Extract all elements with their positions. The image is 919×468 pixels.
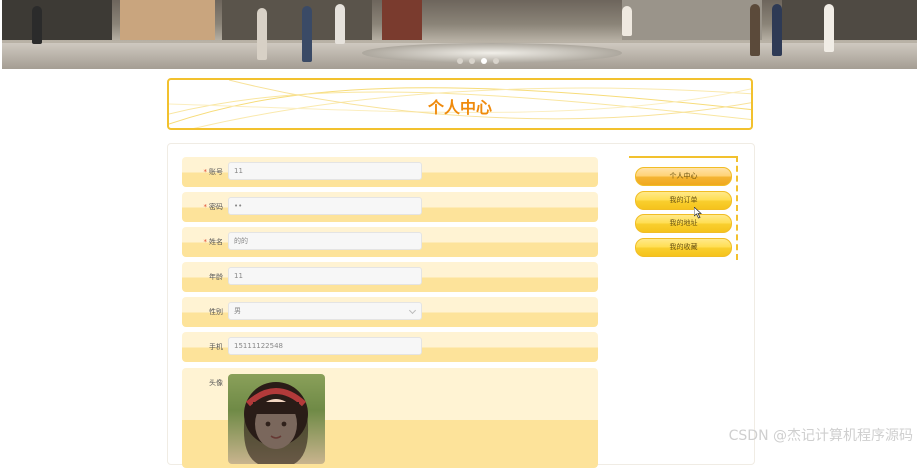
shopper xyxy=(302,6,312,62)
shopper xyxy=(257,8,267,60)
storefront xyxy=(782,0,917,40)
chevron-down-icon xyxy=(408,306,417,315)
storefront xyxy=(222,0,372,40)
hero-banner xyxy=(2,0,917,69)
shopper xyxy=(772,4,782,56)
age-input[interactable]: 11 xyxy=(228,267,422,285)
form-row-phone: 手机 15111122548 xyxy=(182,332,598,362)
storefront xyxy=(622,0,762,40)
form-row-password: * 密码 •• xyxy=(182,192,598,222)
storefront xyxy=(2,0,112,40)
menu-profile[interactable]: 个人中心 xyxy=(635,167,732,186)
required-mark: * xyxy=(203,168,208,176)
menu-addresses[interactable]: 我的地址 xyxy=(635,214,732,233)
watermark: CSDN @杰记计算机程序源码 xyxy=(728,428,913,444)
form-row-avatar: 头像 xyxy=(182,368,598,468)
mouse-cursor-icon xyxy=(694,207,702,219)
age-label: 年龄 xyxy=(209,273,223,281)
storefront xyxy=(120,0,215,40)
menu-orders[interactable]: 我的订单 xyxy=(635,191,732,210)
form-row-gender: 性别 男 xyxy=(182,297,598,327)
form-row-account: * 账号 11 xyxy=(182,157,598,187)
name-input[interactable]: 的的 xyxy=(228,232,422,250)
page-title: 个人中心 xyxy=(427,98,492,117)
carousel-dot[interactable] xyxy=(469,58,475,64)
storefront xyxy=(382,0,422,40)
avatar-image[interactable] xyxy=(228,374,325,464)
password-label: * 密码 xyxy=(204,202,224,212)
gender-label: 性别 xyxy=(209,308,223,316)
carousel-dots xyxy=(457,58,499,64)
menu-favorites[interactable]: 我的收藏 xyxy=(635,238,732,257)
shopper xyxy=(750,4,760,56)
form-row-age: 年龄 11 xyxy=(182,262,598,292)
account-label-text: 账号 xyxy=(209,168,223,176)
gender-select-value: 男 xyxy=(234,307,241,315)
name-label: * 姓名 xyxy=(204,237,224,247)
shopper xyxy=(824,4,834,52)
shopper xyxy=(622,6,632,36)
required-mark: * xyxy=(203,203,208,211)
password-input[interactable]: •• xyxy=(228,197,422,215)
phone-label: 手机 xyxy=(209,343,223,351)
carousel-dot-active[interactable] xyxy=(481,58,487,64)
carousel-dot[interactable] xyxy=(493,58,499,64)
password-label-text: 密码 xyxy=(209,203,223,211)
carousel-dot[interactable] xyxy=(457,58,463,64)
phone-input[interactable]: 15111122548 xyxy=(228,337,422,355)
avatar-label: 头像 xyxy=(209,379,223,387)
shopper xyxy=(32,6,42,44)
avatar-portrait xyxy=(243,382,309,464)
gender-select[interactable]: 男 xyxy=(228,302,422,320)
account-input[interactable]: 11 xyxy=(228,162,422,180)
account-label: * 账号 xyxy=(204,167,224,177)
required-mark: * xyxy=(203,238,208,246)
form-row-name: * 姓名 的的 xyxy=(182,227,598,257)
page-title-box: 个人中心 xyxy=(167,78,753,130)
name-label-text: 姓名 xyxy=(209,238,223,246)
shopper xyxy=(335,4,345,44)
